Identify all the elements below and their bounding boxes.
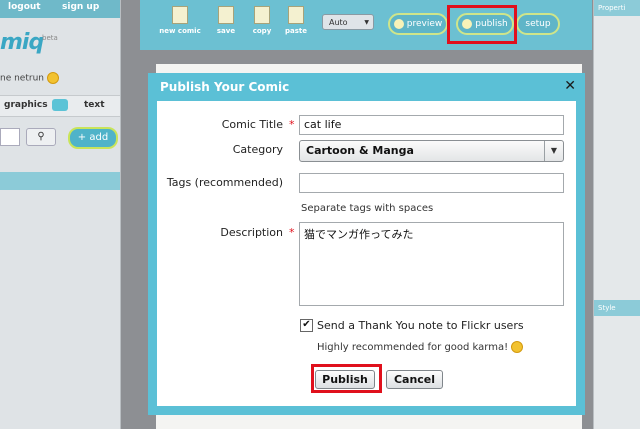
description-textarea[interactable]: 猫でマンガ作ってみた: [299, 222, 564, 306]
copy-button[interactable]: copy: [244, 6, 280, 35]
publish-highlight: [447, 5, 517, 44]
app-logo: miq: [0, 30, 44, 55]
required-marker: *: [289, 118, 295, 131]
paste-label: paste: [285, 27, 307, 35]
comic-title-input[interactable]: cat life: [299, 115, 564, 135]
save-button[interactable]: save: [208, 6, 244, 35]
category-select[interactable]: Cartoon & Manga ▼: [299, 140, 564, 162]
user-row: ne netrun: [0, 72, 59, 84]
signup-link[interactable]: sign up: [62, 2, 99, 12]
smiley-icon: [511, 341, 524, 353]
description-label: Description: [220, 226, 283, 239]
publish-button-highlight: [311, 364, 382, 393]
logo-badge: beta: [42, 34, 58, 42]
preview-label: preview: [406, 19, 443, 29]
asset-tabs: graphics text: [0, 95, 120, 117]
search-input[interactable]: [0, 128, 20, 146]
paste-button[interactable]: paste: [278, 6, 314, 35]
new-comic-button[interactable]: new comic: [158, 6, 202, 35]
left-panel-bar: [0, 172, 120, 190]
zoom-select[interactable]: Auto: [322, 14, 374, 31]
properties-header: Properti: [594, 0, 640, 16]
username: ne netrun: [0, 73, 44, 84]
account-bar: logout sign up: [0, 0, 120, 18]
thank-you-checkbox[interactable]: ✔: [300, 319, 313, 332]
comic-title-label: Comic Title: [221, 118, 283, 131]
tags-input[interactable]: [299, 173, 564, 193]
right-panel: Properti Style: [593, 0, 640, 429]
dialog-header: Publish Your Comic ✕: [157, 73, 576, 101]
tags-hint: Separate tags with spaces: [301, 203, 434, 214]
tags-label: Tags (recommended): [166, 176, 283, 189]
smiley-icon: [46, 72, 59, 84]
tab-graphics[interactable]: graphics: [4, 100, 48, 110]
main-toolbar: new comic save copy paste Auto preview p…: [140, 0, 592, 50]
close-icon[interactable]: ✕: [564, 78, 576, 94]
preview-button[interactable]: preview: [388, 13, 448, 35]
chevron-down-icon: ▼: [544, 141, 563, 161]
save-icon: [218, 6, 234, 24]
magnifier-icon: ⚲: [37, 131, 45, 142]
required-marker: *: [289, 226, 295, 239]
text-tab-icon[interactable]: [52, 99, 68, 111]
dialog-title: Publish Your Comic: [160, 80, 290, 94]
karma-note: Highly recommended for good karma!: [317, 341, 524, 353]
logout-link[interactable]: logout: [8, 2, 41, 12]
cancel-button[interactable]: Cancel: [386, 370, 443, 389]
tab-text[interactable]: text: [84, 100, 105, 110]
new-comic-icon: [172, 6, 188, 24]
preview-icon: [393, 18, 404, 29]
category-label: Category: [232, 143, 283, 156]
setup-label: setup: [525, 19, 551, 29]
new-comic-label: new comic: [159, 27, 201, 35]
category-value: Cartoon & Manga: [306, 144, 414, 157]
setup-button[interactable]: setup: [516, 13, 560, 35]
thank-you-label[interactable]: Send a Thank You note to Flickr users: [317, 319, 524, 332]
style-header: Style: [594, 300, 640, 316]
search-row: ⚲ + add: [0, 127, 120, 149]
copy-icon: [254, 6, 270, 24]
paste-icon: [288, 6, 304, 24]
left-panel: logout sign up miq beta ne netrun graphi…: [0, 0, 121, 429]
search-button[interactable]: ⚲: [26, 128, 56, 146]
dialog-body: Comic Title * cat life Category Cartoon …: [157, 101, 576, 406]
karma-text: Highly recommended for good karma!: [317, 342, 509, 353]
save-label: save: [216, 27, 236, 35]
copy-label: copy: [252, 27, 272, 35]
add-button[interactable]: + add: [68, 127, 118, 149]
add-label: add: [89, 132, 109, 143]
